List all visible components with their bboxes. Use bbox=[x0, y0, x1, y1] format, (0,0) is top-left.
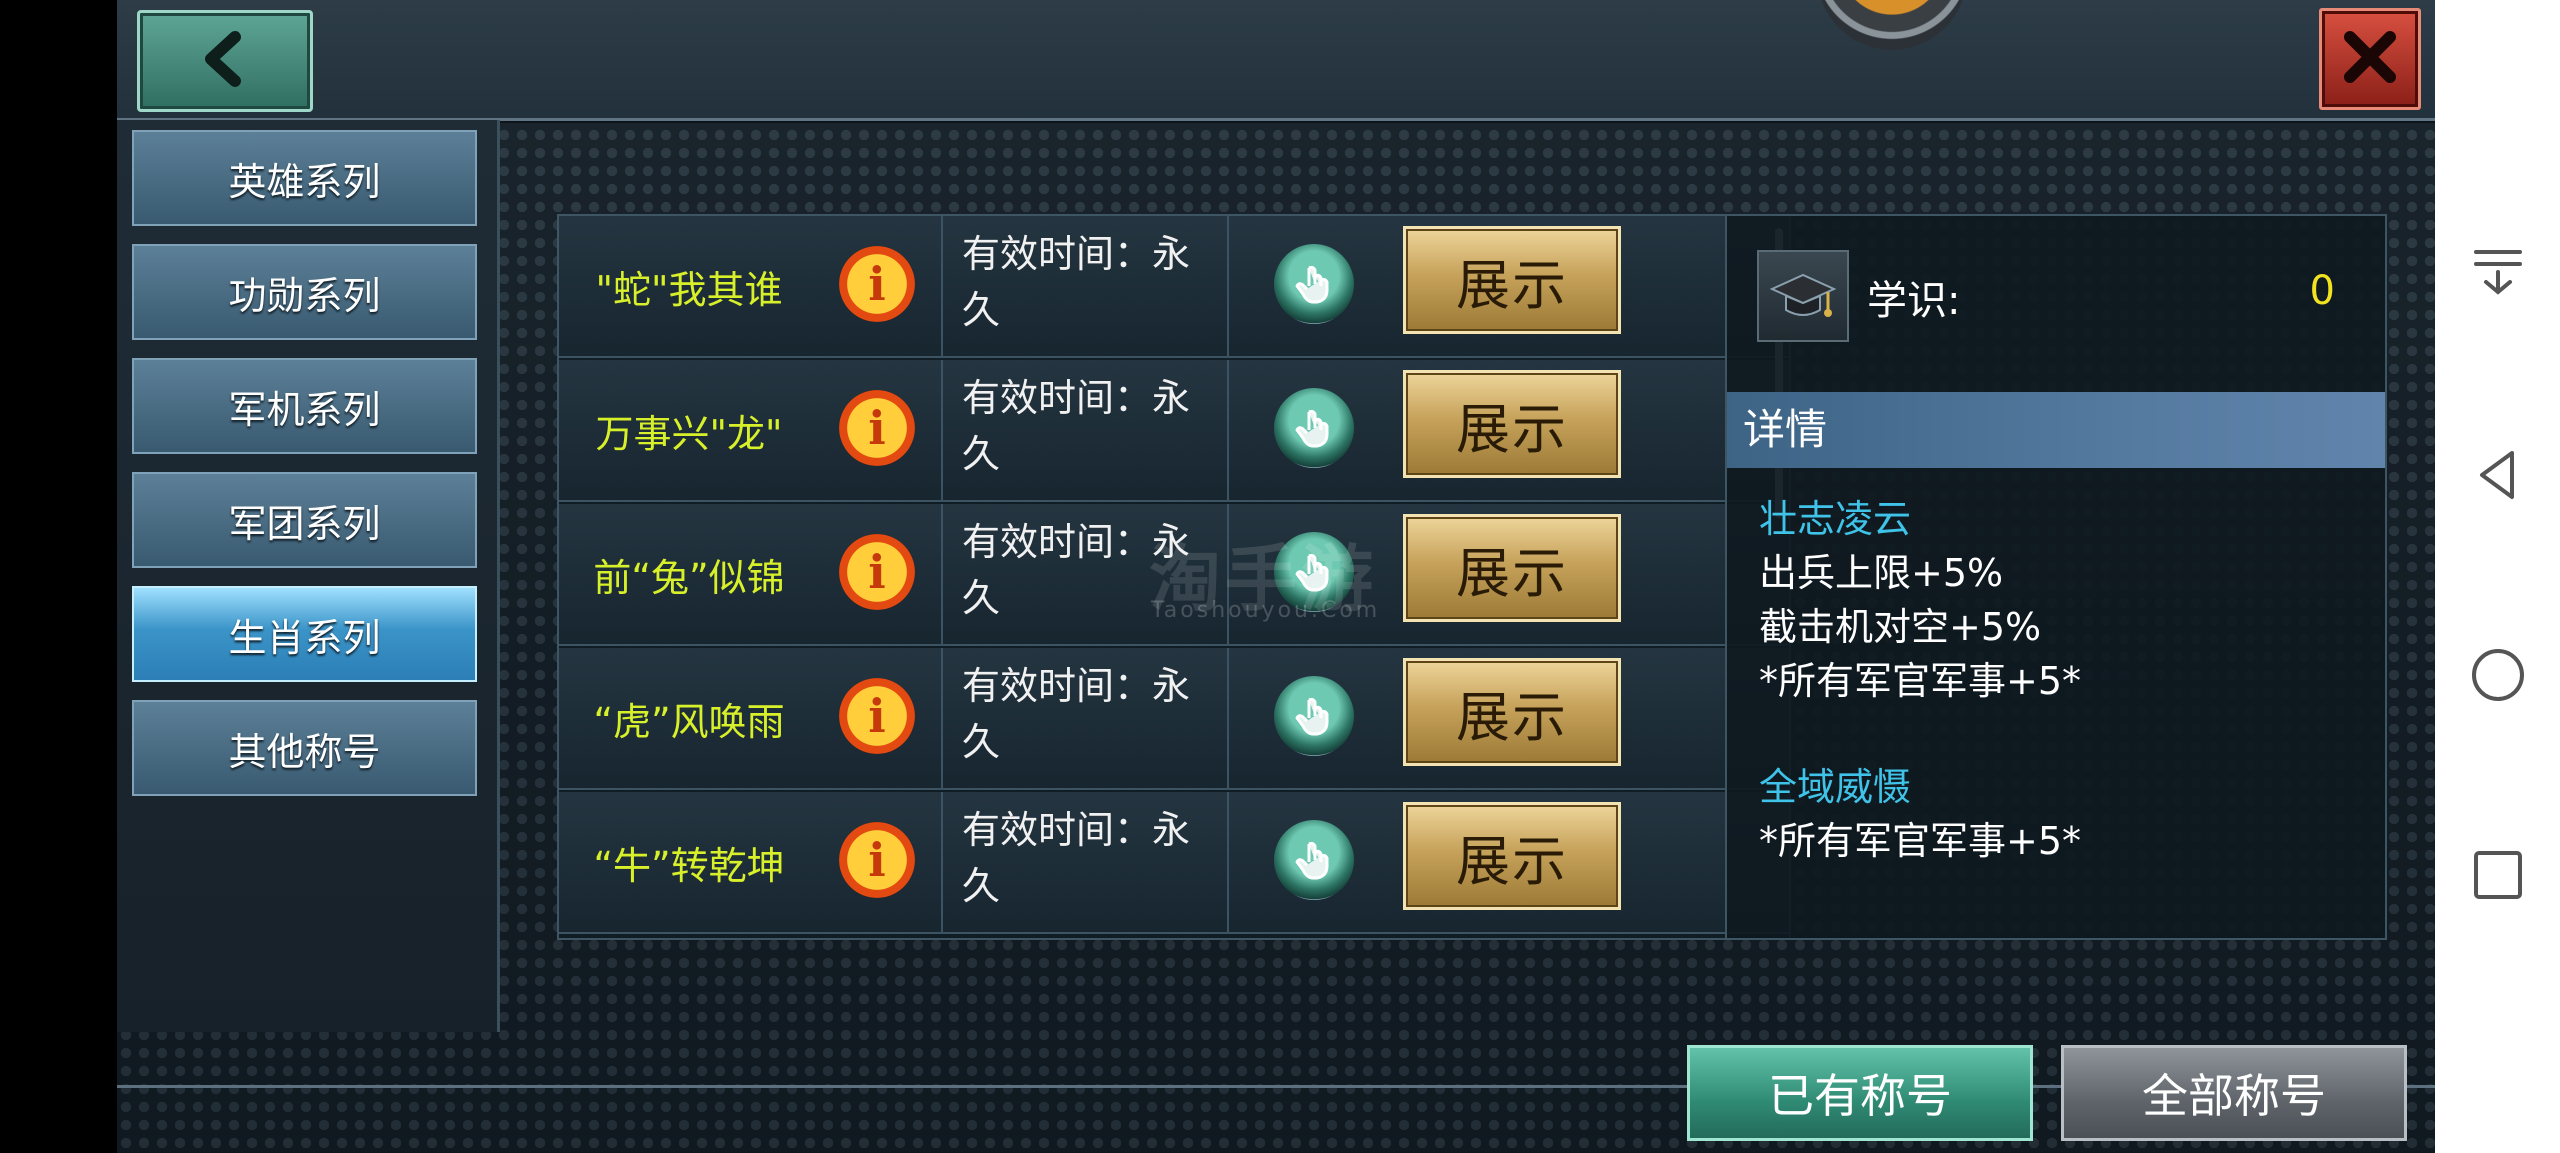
hand-pointer-icon[interactable] bbox=[1274, 676, 1354, 756]
tab-owned-titles[interactable]: 已有称号 bbox=[1687, 1045, 2033, 1141]
info-icon[interactable]: i bbox=[839, 390, 915, 466]
knowledge-value: 0 bbox=[2309, 268, 2335, 314]
sidebar-item-other[interactable]: 其他称号 bbox=[132, 700, 477, 796]
title-name: 万事兴"龙" bbox=[595, 411, 783, 456]
notification-pulldown-icon[interactable] bbox=[2435, 220, 2560, 320]
back-nav-icon[interactable] bbox=[2435, 425, 2560, 525]
show-button[interactable]: 展示 bbox=[1403, 658, 1621, 766]
sidebar-item-merit[interactable]: 功勋系列 bbox=[132, 244, 477, 340]
title-name: "蛇"我其谁 bbox=[595, 267, 783, 312]
avatar-emblem bbox=[1817, 0, 1967, 50]
effect-line: *所有军官军事+5* bbox=[1759, 659, 2082, 703]
info-icon[interactable]: i bbox=[839, 678, 915, 754]
effect-line: 出兵上限+5% bbox=[1759, 551, 2004, 595]
effect-line: 截击机对空+5% bbox=[1759, 605, 2042, 649]
show-button[interactable]: 展示 bbox=[1403, 226, 1621, 334]
info-icon[interactable]: i bbox=[839, 822, 915, 898]
effect-title: 全域威慑 bbox=[1759, 765, 1912, 809]
divider bbox=[941, 648, 943, 788]
watermark-url: Taoshouyou.Com bbox=[1151, 598, 1381, 623]
info-icon[interactable]: i bbox=[839, 246, 915, 322]
knowledge-label: 学识: bbox=[1867, 278, 1961, 324]
effect-title: 壮志凌云 bbox=[1759, 497, 1912, 541]
effect-line: *所有军官军事+5* bbox=[1759, 819, 2082, 863]
sidebar-item-hero[interactable]: 英雄系列 bbox=[132, 130, 477, 226]
sidebar-item-zodiac[interactable]: 生肖系列 bbox=[132, 586, 477, 682]
list-item: “牛”转乾坤 i 有效时间：永久 展示 bbox=[559, 792, 1789, 934]
divider bbox=[1227, 648, 1229, 788]
divider bbox=[1227, 792, 1229, 932]
game-screen: 英雄系列 功勋系列 军机系列 军团系列 生肖系列 其他称号 "蛇"我其谁 i 有… bbox=[117, 0, 2435, 1153]
title-name: 前“兔”似锦 bbox=[593, 555, 785, 600]
validity-text: 有效时间：永久 bbox=[962, 232, 1191, 332]
divider bbox=[941, 360, 943, 500]
top-bar bbox=[117, 0, 2435, 121]
graduation-cap-icon bbox=[1757, 250, 1849, 342]
list-item: “虎”风唤雨 i 有效时间：永久 展示 bbox=[559, 648, 1789, 790]
detail-panel: 学识: 0 详情 壮志凌云 出兵上限+5% 截击机对空+5% *所有军官军事+5… bbox=[1725, 214, 2387, 940]
list-item: 万事兴"龙" i 有效时间：永久 展示 bbox=[559, 360, 1789, 502]
divider bbox=[1227, 216, 1229, 356]
sidebar-item-legion[interactable]: 军团系列 bbox=[132, 472, 477, 568]
list-item: "蛇"我其谁 i 有效时间：永久 展示 bbox=[559, 216, 1789, 358]
title-name: “牛”转乾坤 bbox=[593, 843, 785, 888]
tab-all-titles[interactable]: 全部称号 bbox=[2061, 1045, 2407, 1141]
back-button[interactable] bbox=[137, 10, 313, 112]
divider bbox=[941, 216, 943, 356]
close-button[interactable] bbox=[2319, 8, 2421, 110]
close-icon bbox=[2338, 25, 2402, 93]
hand-pointer-icon[interactable] bbox=[1274, 820, 1354, 900]
android-nav-bar bbox=[2435, 0, 2560, 1153]
validity-text: 有效时间：永久 bbox=[962, 808, 1191, 908]
title-name: “虎”风唤雨 bbox=[593, 699, 785, 744]
divider bbox=[1227, 360, 1229, 500]
sidebar-item-aircraft[interactable]: 军机系列 bbox=[132, 358, 477, 454]
home-nav-icon[interactable] bbox=[2435, 625, 2560, 725]
info-icon[interactable]: i bbox=[839, 534, 915, 610]
show-button[interactable]: 展示 bbox=[1403, 802, 1621, 910]
category-sidebar: 英雄系列 功勋系列 军机系列 军团系列 生肖系列 其他称号 bbox=[117, 120, 500, 1032]
show-button[interactable]: 展示 bbox=[1403, 514, 1621, 622]
chevron-left-icon bbox=[195, 29, 255, 93]
validity-text: 有效时间：永久 bbox=[962, 664, 1191, 764]
show-button[interactable]: 展示 bbox=[1403, 370, 1621, 478]
divider bbox=[941, 792, 943, 932]
hand-pointer-icon[interactable] bbox=[1274, 388, 1354, 468]
detail-header: 详情 bbox=[1727, 392, 2385, 468]
validity-text: 有效时间：永久 bbox=[962, 376, 1191, 476]
recents-nav-icon[interactable] bbox=[2435, 825, 2560, 925]
divider bbox=[941, 504, 943, 644]
hand-pointer-icon[interactable] bbox=[1274, 244, 1354, 324]
